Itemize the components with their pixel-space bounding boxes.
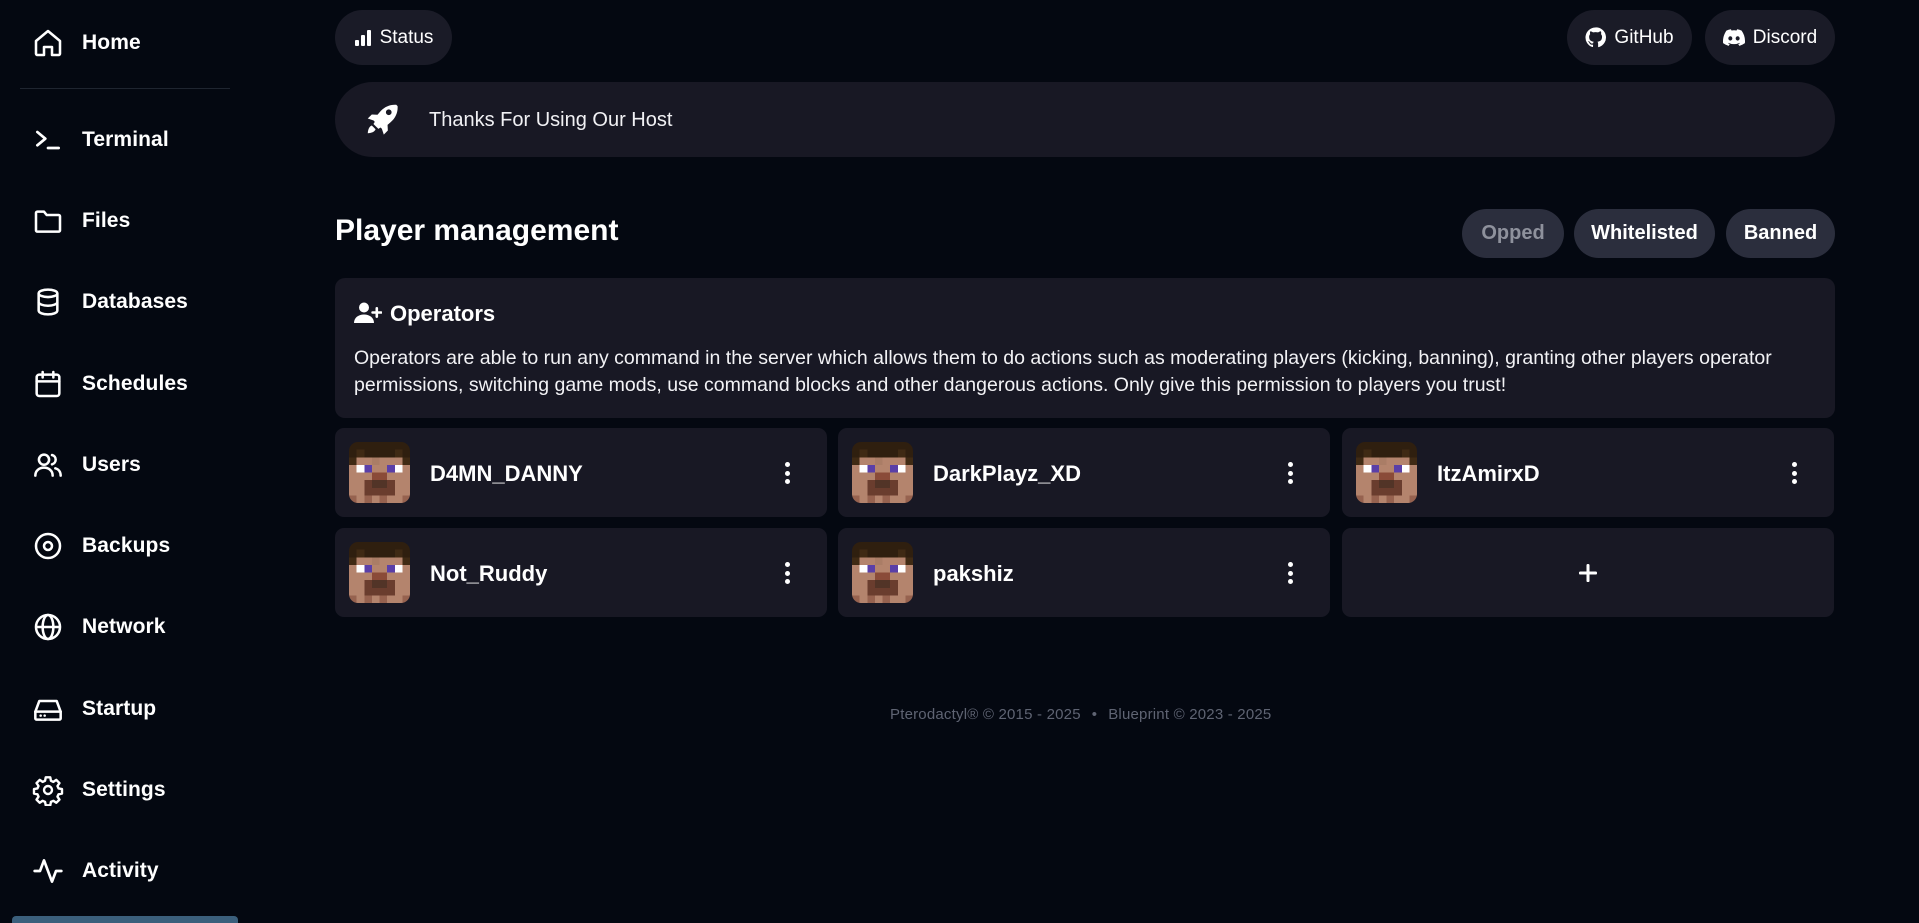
- signal-bars-icon: [354, 29, 372, 47]
- sidebar-item-activity[interactable]: Activity: [0, 842, 238, 900]
- sidebar: Home Terminal Files Databases Schedules …: [0, 0, 238, 923]
- sidebar-item-label: Databases: [82, 290, 188, 313]
- footer: Pterodactyl® © 2015 - 2025 • Blueprint ©…: [890, 706, 1271, 723]
- player-card[interactable]: D4MN_DANNY: [335, 428, 827, 517]
- player-card[interactable]: pakshiz: [838, 528, 1330, 617]
- discord-button[interactable]: Discord: [1705, 10, 1835, 65]
- github-icon: [1585, 27, 1607, 48]
- sidebar-item-databases[interactable]: Databases: [0, 273, 238, 331]
- announcement-banner: Thanks For Using Our Host: [335, 82, 1835, 157]
- sidebar-item-users[interactable]: Users: [0, 436, 238, 494]
- sidebar-item-label: Files: [82, 209, 131, 232]
- sidebar-item-home[interactable]: Home: [0, 14, 238, 72]
- activity-pulse-icon: [31, 854, 65, 888]
- users-icon: [31, 448, 65, 482]
- terminal-icon: [31, 123, 65, 157]
- banner-text: Thanks For Using Our Host: [429, 109, 673, 131]
- operators-description: Operators are able to run any command in…: [354, 347, 1772, 396]
- plus-icon: [1578, 563, 1598, 583]
- calendar-icon: [31, 367, 65, 401]
- add-player-button[interactable]: [1342, 528, 1834, 617]
- status-label: Status: [379, 26, 434, 48]
- player-name: ItzAmirxD: [1437, 461, 1540, 486]
- sidebar-item-label: Activity: [82, 859, 159, 882]
- sidebar-item-schedules[interactable]: Schedules: [0, 355, 238, 413]
- sidebar-item-terminal[interactable]: Terminal: [0, 111, 238, 169]
- player-avatar: [852, 442, 913, 503]
- sidebar-item-label: Network: [82, 615, 166, 638]
- sidebar-item-label: Settings: [82, 778, 166, 801]
- discord-label: Discord: [1752, 26, 1818, 48]
- sidebar-item-files[interactable]: Files: [0, 192, 238, 250]
- tab-whitelisted[interactable]: Whitelisted: [1574, 209, 1715, 258]
- more-options-icon[interactable]: [1284, 559, 1296, 587]
- sidebar-active-indicator: [12, 916, 238, 923]
- sidebar-divider: [20, 88, 230, 89]
- operators-info-card: Operators Operators are able to run any …: [335, 278, 1835, 418]
- discord-icon: [1722, 29, 1745, 46]
- home-icon: [31, 26, 65, 60]
- player-card[interactable]: DarkPlayz_XD: [838, 428, 1330, 517]
- player-name: D4MN_DANNY: [430, 461, 583, 486]
- sidebar-item-label: Home: [82, 31, 141, 54]
- player-name: DarkPlayz_XD: [933, 461, 1081, 486]
- sidebar-item-label: Schedules: [82, 372, 188, 395]
- footer-blueprint: Blueprint © 2023 - 2025: [1108, 706, 1272, 723]
- user-plus-icon: [354, 301, 382, 325]
- more-options-icon[interactable]: [1788, 459, 1800, 487]
- player-avatar: [852, 542, 913, 603]
- sidebar-item-backups[interactable]: Backups: [0, 517, 238, 575]
- player-avatar: [349, 542, 410, 603]
- more-options-icon[interactable]: [781, 559, 793, 587]
- operators-title: Operators: [390, 301, 496, 326]
- folder-icon: [31, 204, 65, 238]
- sidebar-item-label: Backups: [82, 534, 171, 557]
- github-button[interactable]: GitHub: [1567, 10, 1692, 65]
- sidebar-item-label: Terminal: [82, 128, 169, 151]
- github-label: GitHub: [1614, 26, 1674, 48]
- more-options-icon[interactable]: [781, 459, 793, 487]
- gear-icon: [31, 773, 65, 807]
- player-name: pakshiz: [933, 561, 1014, 586]
- globe-icon: [31, 610, 65, 644]
- player-avatar: [1356, 442, 1417, 503]
- player-card[interactable]: Not_Ruddy: [335, 528, 827, 617]
- player-avatar: [349, 442, 410, 503]
- status-button[interactable]: Status: [335, 10, 452, 65]
- tab-opped[interactable]: Opped: [1462, 209, 1564, 258]
- sidebar-item-startup[interactable]: Startup: [0, 680, 238, 738]
- rocket-icon: [364, 101, 400, 137]
- page-title: Player management: [335, 214, 619, 247]
- footer-separator: •: [1091, 706, 1098, 723]
- sidebar-item-network[interactable]: Network: [0, 598, 238, 656]
- tab-banned[interactable]: Banned: [1726, 209, 1835, 258]
- sidebar-item-label: Users: [82, 453, 141, 476]
- sidebar-item-settings[interactable]: Settings: [0, 761, 238, 819]
- player-name: Not_Ruddy: [430, 561, 548, 586]
- sidebar-item-label: Startup: [82, 697, 157, 720]
- hard-drive-icon: [31, 692, 65, 726]
- player-card[interactable]: ItzAmirxD: [1342, 428, 1834, 517]
- more-options-icon[interactable]: [1284, 459, 1296, 487]
- footer-pterodactyl: Pterodactyl® © 2015 - 2025: [890, 706, 1081, 723]
- backup-disc-icon: [31, 529, 65, 563]
- database-icon: [31, 285, 65, 319]
